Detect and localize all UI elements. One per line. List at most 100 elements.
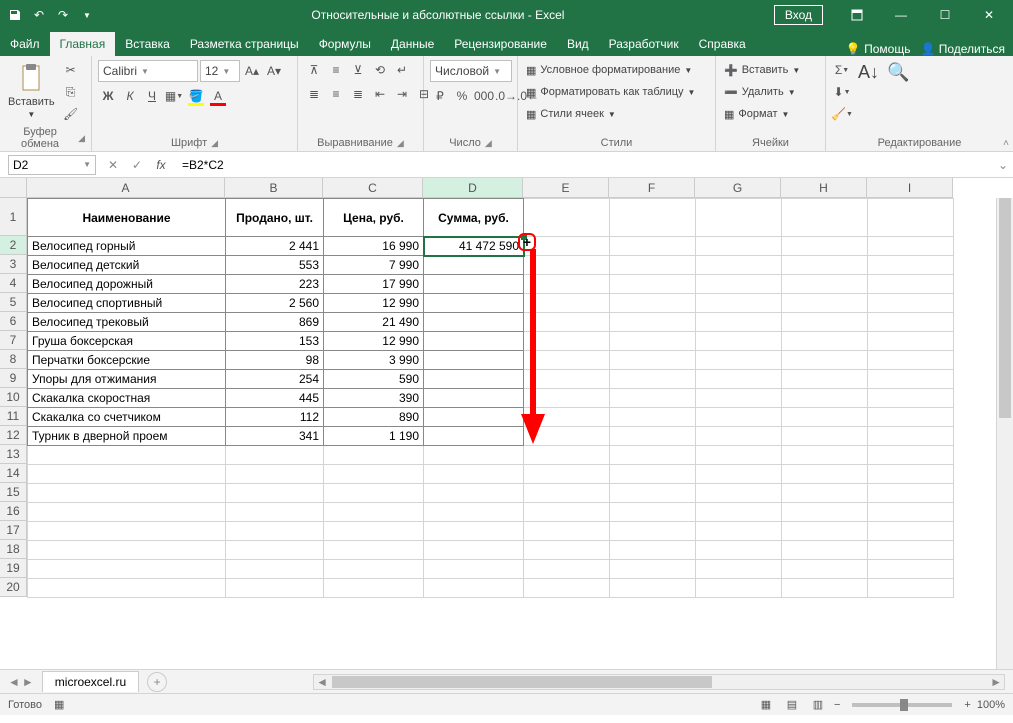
cell[interactable] (226, 522, 324, 541)
undo-icon[interactable]: ↶ (28, 4, 50, 26)
cell[interactable] (28, 484, 226, 503)
align-left-icon[interactable]: ≣ (304, 84, 324, 104)
add-sheet-icon[interactable]: + (147, 672, 167, 692)
cell[interactable] (524, 541, 610, 560)
row-header-20[interactable]: 20 (0, 578, 27, 597)
cut-icon[interactable]: ✂ (61, 60, 81, 80)
zoom-slider[interactable] (852, 703, 952, 707)
accounting-icon[interactable]: ₽ (430, 86, 450, 106)
fx-icon[interactable]: fx (150, 155, 172, 175)
italic-button[interactable]: К (120, 86, 140, 106)
percent-icon[interactable]: % (452, 86, 472, 106)
tab-layout[interactable]: Разметка страницы (180, 32, 309, 56)
cell[interactable] (610, 237, 696, 256)
row-header-10[interactable]: 10 (0, 388, 27, 407)
cell[interactable]: 2 441 (226, 237, 324, 256)
cell[interactable] (868, 351, 954, 370)
sheet-tab[interactable]: microexcel.ru (42, 671, 139, 692)
col-header-B[interactable]: B (225, 178, 323, 198)
cell[interactable] (696, 541, 782, 560)
col-header-A[interactable]: A (27, 178, 225, 198)
cell[interactable] (226, 560, 324, 579)
cell[interactable]: 223 (226, 275, 324, 294)
conditional-format-button[interactable]: ▦ Условное форматирование ▼ (524, 60, 694, 80)
cell[interactable]: 112 (226, 408, 324, 427)
cells-insert-button[interactable]: ➕ Вставить ▼ (722, 60, 802, 80)
cell[interactable] (610, 408, 696, 427)
macro-record-icon[interactable]: ▦ (54, 698, 64, 711)
cell[interactable] (610, 522, 696, 541)
table-header[interactable]: Цена, руб. (324, 199, 424, 237)
name-box[interactable]: D2▼ (8, 155, 96, 175)
cell[interactable]: Упоры для отжимания (28, 370, 226, 389)
cell[interactable] (696, 275, 782, 294)
cell[interactable] (782, 560, 868, 579)
cell[interactable] (610, 503, 696, 522)
cells-format-button[interactable]: ▦ Формат ▼ (722, 104, 791, 124)
cell[interactable] (424, 503, 524, 522)
cell[interactable]: Велосипед горный (28, 237, 226, 256)
cell[interactable] (696, 351, 782, 370)
row-header-9[interactable]: 9 (0, 369, 27, 388)
cell[interactable] (782, 313, 868, 332)
cell[interactable] (424, 560, 524, 579)
cell[interactable]: 21 490 (324, 313, 424, 332)
cell[interactable] (424, 313, 524, 332)
cell[interactable] (424, 446, 524, 465)
cell[interactable] (696, 446, 782, 465)
row-header-15[interactable]: 15 (0, 483, 27, 502)
cell[interactable] (524, 484, 610, 503)
cell[interactable] (28, 541, 226, 560)
cell[interactable] (424, 408, 524, 427)
align-bottom-icon[interactable]: ⊻ (348, 60, 368, 80)
cell[interactable] (868, 389, 954, 408)
cell[interactable] (424, 484, 524, 503)
cell[interactable]: Скакалка со счетчиком (28, 408, 226, 427)
increase-indent-icon[interactable]: ⇥ (392, 84, 412, 104)
cell[interactable] (782, 541, 868, 560)
font-name-combo[interactable]: Calibri▼ (98, 60, 198, 82)
cell[interactable] (28, 560, 226, 579)
zoom-level[interactable]: 100% (977, 699, 1005, 711)
cell[interactable] (610, 332, 696, 351)
cell[interactable]: 445 (226, 389, 324, 408)
cell[interactable] (610, 446, 696, 465)
cell[interactable]: 153 (226, 332, 324, 351)
cell[interactable] (696, 332, 782, 351)
cell[interactable]: 2 560 (226, 294, 324, 313)
qat-more-icon[interactable]: ▼ (76, 4, 98, 26)
tab-data[interactable]: Данные (381, 32, 444, 56)
cell[interactable] (782, 484, 868, 503)
cell[interactable] (324, 560, 424, 579)
cell[interactable] (696, 560, 782, 579)
cancel-formula-icon[interactable]: ✕ (102, 155, 124, 175)
cells-delete-button[interactable]: ➖ Удалить ▼ (722, 82, 798, 102)
cell[interactable] (782, 351, 868, 370)
share-button[interactable]: 👤 Поделиться (920, 42, 1005, 56)
cell[interactable] (324, 446, 424, 465)
cell[interactable] (696, 408, 782, 427)
cell[interactable] (610, 275, 696, 294)
borders-icon[interactable]: ▦▼ (164, 86, 184, 106)
number-format-combo[interactable]: Числовой▼ (430, 60, 512, 82)
align-right-icon[interactable]: ≣ (348, 84, 368, 104)
row-header-11[interactable]: 11 (0, 407, 27, 426)
cell[interactable] (524, 465, 610, 484)
tab-file[interactable]: Файл (0, 32, 50, 56)
cell[interactable] (610, 294, 696, 313)
comma-icon[interactable]: 000 (474, 86, 494, 106)
cell[interactable] (782, 408, 868, 427)
copy-icon[interactable]: ⎘ (61, 82, 81, 102)
row-header-5[interactable]: 5 (0, 293, 27, 312)
cell[interactable] (324, 484, 424, 503)
cell[interactable]: 590 (324, 370, 424, 389)
cell[interactable]: 41 472 590 (424, 237, 524, 256)
tab-insert[interactable]: Вставка (115, 32, 180, 56)
cell[interactable] (696, 579, 782, 598)
number-launcher-icon[interactable]: ◢ (485, 138, 492, 149)
cell[interactable] (868, 560, 954, 579)
fill-color-icon[interactable]: 🪣 (186, 86, 206, 106)
increase-decimal-icon[interactable]: .0→ (496, 86, 516, 106)
font-launcher-icon[interactable]: ◢ (211, 138, 218, 149)
cell[interactable] (28, 503, 226, 522)
